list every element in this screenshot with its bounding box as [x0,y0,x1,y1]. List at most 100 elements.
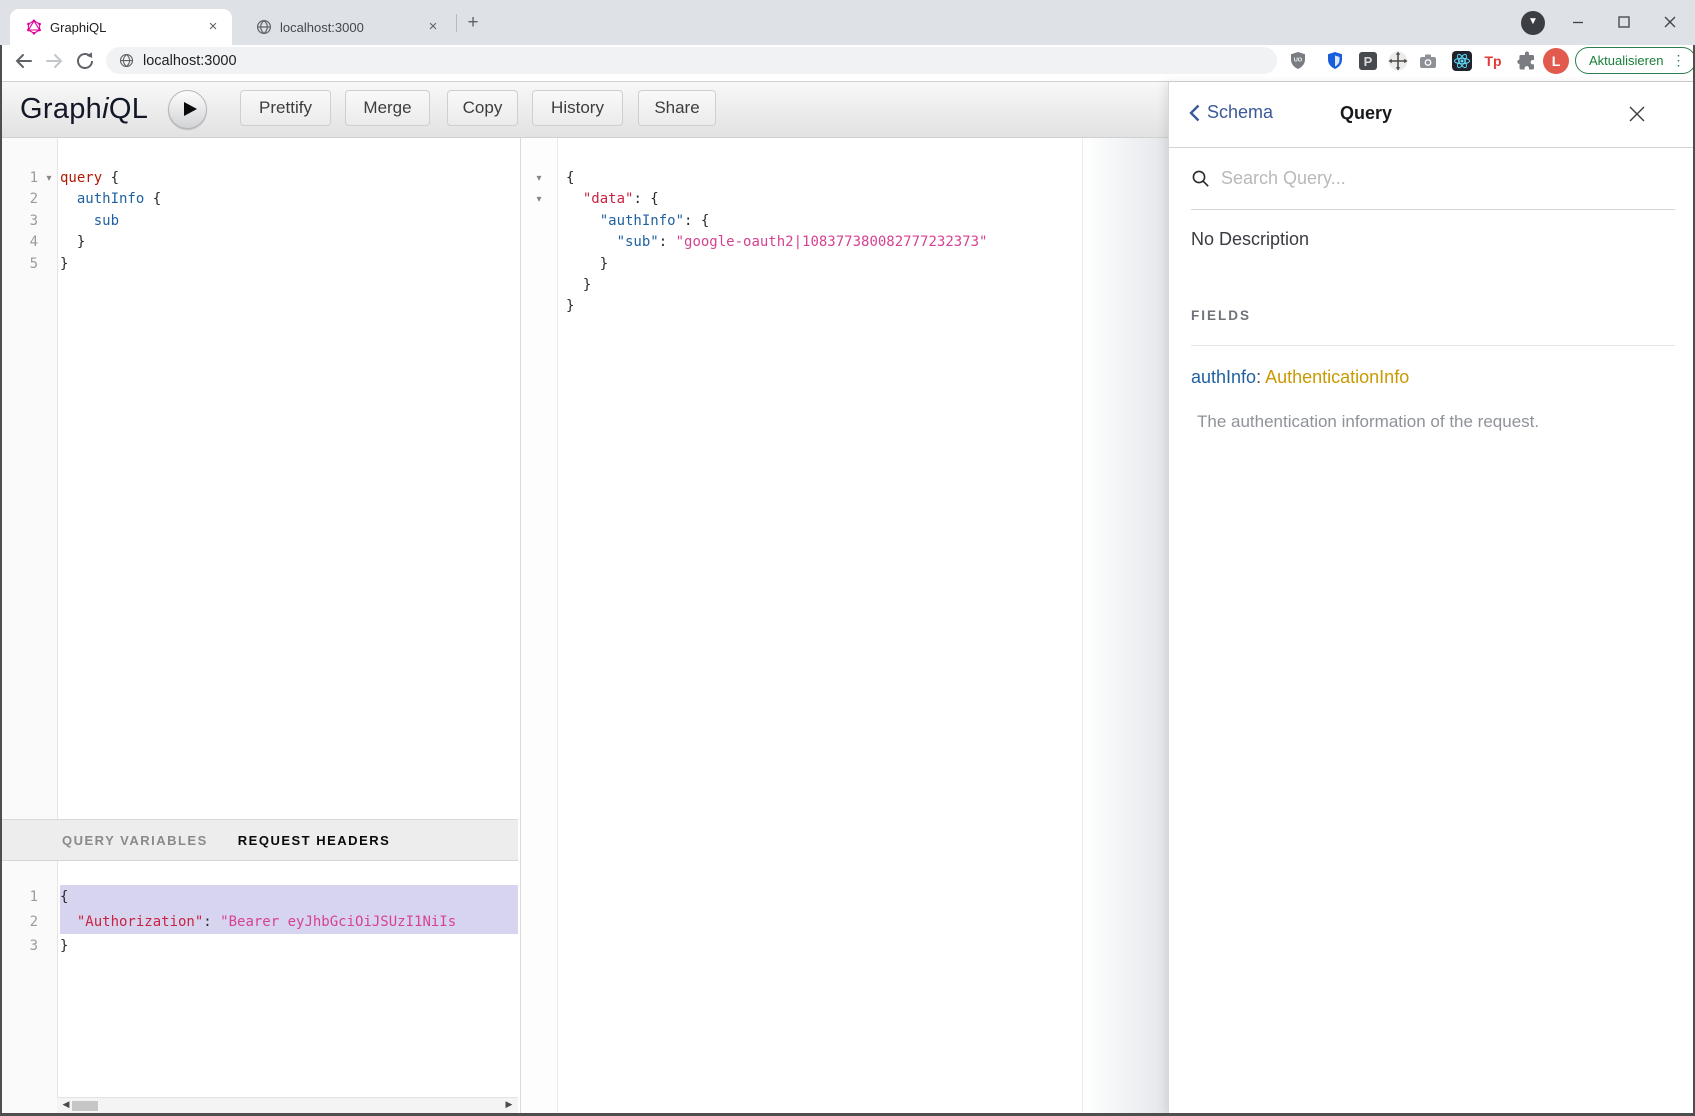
code-line[interactable]: 3} [0,934,518,959]
doc-back-button[interactable]: Schema [1189,102,1273,123]
update-button[interactable]: Aktualisieren ⋮ [1575,47,1695,74]
svg-text:P: P [1364,54,1373,69]
horizontal-scrollbar[interactable]: ◀ ▶ [57,1097,518,1113]
code-text: } [60,934,518,959]
move-crosshair-extension-icon[interactable] [1387,50,1409,72]
code-text: authInfo { [60,189,518,210]
merge-button[interactable]: Merge [345,90,430,126]
doc-explorer-header: Schema Query [1169,82,1695,148]
fold-gutter [521,254,557,275]
graphql-logo-icon [26,19,42,35]
code-line[interactable]: 2 "Authorization": "Bearer eyJhbGciOiJSU… [0,910,518,935]
code-text: sub [60,211,518,232]
play-icon [184,102,197,116]
doc-field-description: The authentication information of the re… [1197,412,1539,432]
window-close-button[interactable] [1654,7,1686,37]
tab-search-icon[interactable]: ▼ [1521,11,1545,35]
tab-close-icon[interactable]: × [204,18,222,36]
svg-text:Tp: Tp [1484,53,1501,69]
scrollbar-thumb[interactable] [72,1101,98,1111]
doc-search-input[interactable] [1221,168,1651,189]
window-maximize-button[interactable] [1608,7,1640,37]
extensions-puzzle-icon[interactable] [1516,50,1538,72]
doc-search-box[interactable] [1191,148,1675,210]
code-line[interactable]: 1▾query { [0,168,518,189]
fold-arrow-icon[interactable]: ▾ [521,168,557,189]
update-button-label: Aktualisieren [1589,53,1663,68]
code-line[interactable]: 2 authInfo { [0,189,518,210]
code-line[interactable]: } [521,275,1168,296]
fold-arrow-icon[interactable]: ▾ [521,189,557,210]
code-line[interactable]: ▾ "data": { [521,189,1168,210]
browser-tab-strip: GraphiQL × localhost:3000 × + ▼ [0,0,1695,45]
code-text: "authInfo": { [557,211,1168,232]
tab-request-headers[interactable]: REQUEST HEADERS [238,833,391,848]
forward-icon[interactable] [42,49,66,73]
react-devtools-extension-icon[interactable] [1451,50,1473,72]
ublock-extension-icon[interactable]: UO [1287,50,1309,72]
tab-query-variables[interactable]: QUERY VARIABLES [62,833,208,848]
results-pane[interactable]: ▾{▾ "data": { "authInfo": { "sub": "goog… [520,138,1168,1113]
fold-gutter [38,211,60,232]
code-text: "data": { [557,189,1168,210]
doc-fields-heading: FIELDS [1191,308,1251,323]
graphiql-logo: GraphiQL [20,82,148,137]
line-number: 1 [0,168,38,189]
back-icon[interactable] [12,49,36,73]
line-number: 4 [0,232,38,253]
window-minimize-button[interactable] [1562,7,1594,37]
fold-gutter [521,275,557,296]
variables-panel-tabbar: QUERY VARIABLES REQUEST HEADERS [0,819,518,861]
code-text: { [557,168,1168,189]
code-line[interactable]: 3 sub [0,211,518,232]
query-editor[interactable]: 1▾query {2 authInfo {3 sub4 }5} [0,138,518,819]
window-frame-left [0,45,2,1116]
doc-close-icon[interactable] [1627,104,1647,124]
line-number: 1 [0,885,38,910]
code-text: query { [60,168,518,189]
prettify-button[interactable]: Prettify [240,90,331,126]
code-line[interactable]: 4 } [0,232,518,253]
doc-field-type-link[interactable]: AuthenticationInfo [1265,367,1409,387]
tp-extension-icon[interactable]: Tp [1482,50,1504,72]
code-text: } [557,254,1168,275]
copy-button[interactable]: Copy [447,90,518,126]
reload-icon[interactable] [73,49,97,73]
address-bar[interactable]: localhost:3000 [106,47,1277,74]
scroll-right-icon[interactable]: ▶ [502,1098,516,1113]
camera-extension-icon[interactable] [1417,50,1439,72]
fold-gutter [38,189,60,210]
fold-gutter [521,296,557,317]
new-tab-button[interactable]: + [461,12,485,36]
bitwarden-extension-icon[interactable] [1324,50,1346,72]
p-extension-icon[interactable]: P [1357,50,1379,72]
code-line[interactable]: 5} [0,254,518,275]
share-button[interactable]: Share [638,90,716,126]
doc-field-row: authInfo: AuthenticationInfo [1191,367,1409,388]
execute-query-button[interactable] [168,90,207,129]
history-button[interactable]: History [532,90,623,126]
code-text: "sub": "google-oauth2|108377380082777232… [557,232,1168,253]
chevron-left-icon [1189,104,1200,122]
fold-gutter [521,232,557,253]
browser-tab-localhost[interactable]: localhost:3000 × [240,9,452,45]
doc-field-name-link[interactable]: authInfo [1191,367,1256,387]
browser-window: GraphiQL × localhost:3000 × + ▼ [0,0,1695,1116]
fold-arrow-icon[interactable]: ▾ [38,168,60,189]
tab-close-icon[interactable]: × [424,18,442,36]
scroll-left-icon[interactable]: ◀ [59,1098,73,1113]
code-text: } [557,296,1168,317]
code-line[interactable]: "authInfo": { [521,211,1168,232]
profile-avatar[interactable]: L [1543,48,1569,74]
browser-tab-graphiql[interactable]: GraphiQL × [10,9,232,45]
request-headers-editor[interactable]: 1{2 "Authorization": "Bearer eyJhbGciOiJ… [0,861,518,1113]
line-number: 2 [0,910,38,935]
code-line[interactable]: 1{ [0,885,518,910]
code-line[interactable]: } [521,296,1168,317]
code-line[interactable]: ▾{ [521,168,1168,189]
code-line[interactable]: "sub": "google-oauth2|108377380082777232… [521,232,1168,253]
code-line[interactable]: } [521,254,1168,275]
code-text: { [60,885,518,910]
graphiql-topbar: GraphiQL Prettify Merge Copy History Sha… [0,82,1168,138]
kebab-menu-icon[interactable]: ⋮ [1667,52,1689,69]
